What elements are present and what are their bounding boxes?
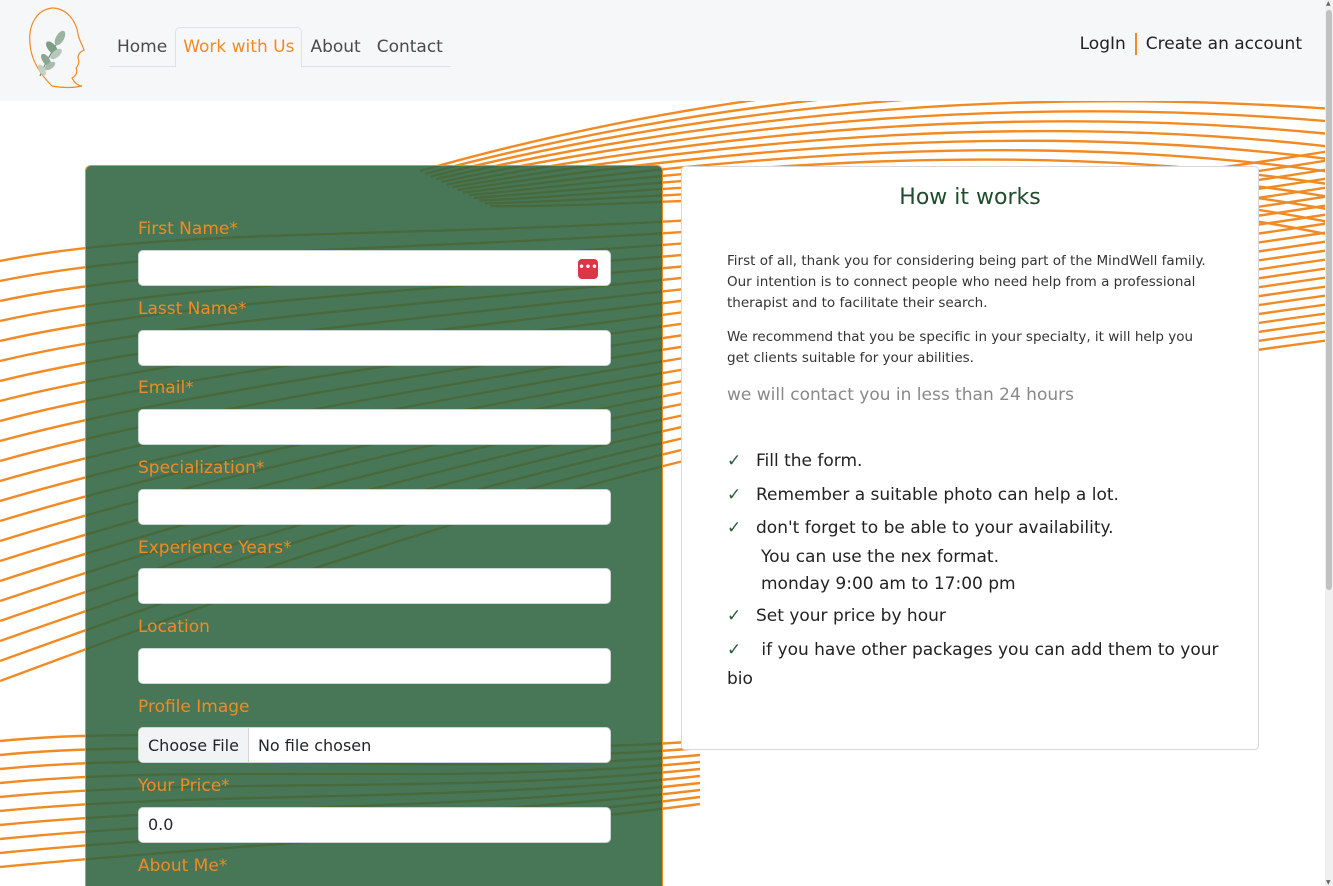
step-item: ✓ don't forget to be able to your availab… — [727, 518, 1114, 538]
checkmark-icon: ✓ — [727, 640, 742, 660]
step-item: ✓ if you have other packages you can add… — [727, 640, 1219, 660]
scrollbar-thumb[interactable] — [1326, 10, 1332, 590]
auth-separator — [1134, 33, 1137, 55]
nav-about[interactable]: About — [302, 27, 368, 67]
top-navigation-bar: Home Work with Us About Contact LogIn Cr… — [0, 0, 1325, 101]
last-name-input[interactable] — [138, 330, 611, 366]
step-item: ✓ Set your price by hour — [727, 606, 946, 626]
price-label: Your Price* — [138, 776, 230, 796]
step-text: Set your price by hour — [756, 606, 946, 626]
experience-years-label: Experience Years* — [138, 538, 292, 558]
step-text: Remember a suitable photo can help a lot… — [756, 485, 1119, 505]
step-text-continuation: bio — [727, 669, 753, 689]
availability-format-line: You can use the nex format. — [761, 547, 999, 567]
auth-links: LogIn Create an account — [1080, 33, 1302, 55]
profile-image-label: Profile Image — [138, 697, 250, 717]
profile-image-file-input[interactable]: Choose File No file chosen — [138, 727, 611, 763]
last-name-label: Lasst Name* — [138, 299, 247, 319]
nav-contact[interactable]: Contact — [369, 27, 451, 67]
mindwell-logo-icon[interactable] — [22, 6, 86, 90]
specialization-input[interactable] — [138, 489, 611, 525]
first-name-input[interactable]: ••• — [138, 250, 611, 286]
therapist-signup-form: First Name* ••• Lasst Name* Email* Speci… — [85, 165, 663, 886]
checkmark-icon: ✓ — [727, 518, 742, 538]
experience-years-input[interactable] — [138, 568, 611, 604]
card-title: How it works — [899, 185, 1041, 210]
how-it-works-card: How it works First of all, thank you for… — [681, 166, 1259, 750]
location-input[interactable] — [138, 648, 611, 684]
file-status-text: No file chosen — [257, 735, 372, 755]
availability-example-line: monday 9:00 am to 17:00 pm — [761, 574, 1016, 594]
step-item: ✓ Fill the form. — [727, 451, 862, 471]
scroll-down-arrow-icon[interactable]: ▼ — [1326, 879, 1331, 886]
checkmark-icon: ✓ — [727, 485, 742, 505]
main-nav-tabs: Home Work with Us About Contact — [109, 27, 451, 68]
about-me-label: About Me* — [138, 856, 228, 876]
first-name-label: First Name* — [138, 219, 238, 239]
page-scrollbar[interactable]: ▲ ▼ — [1325, 0, 1333, 886]
nav-work-with-us[interactable]: Work with Us — [175, 27, 303, 68]
step-text: don't forget to be able to your availabi… — [756, 518, 1114, 538]
price-value: 0.0 — [148, 815, 174, 834]
step-text: Fill the form. — [756, 451, 863, 471]
location-label: Location — [138, 617, 210, 637]
checkmark-icon: ✓ — [727, 606, 742, 626]
password-manager-icon[interactable]: ••• — [578, 259, 598, 279]
step-item: ✓ Remember a suitable photo can help a lo… — [727, 485, 1119, 505]
scroll-up-arrow-icon[interactable]: ▲ — [1326, 0, 1331, 7]
contact-time-note: we will contact you in less than 24 hour… — [727, 385, 1074, 405]
checkmark-icon: ✓ — [727, 451, 742, 471]
specialization-label: Specialization* — [138, 458, 265, 478]
price-input[interactable]: 0.0 — [138, 807, 611, 843]
recommendation-paragraph: We recommend that you be specific in you… — [727, 329, 1194, 366]
email-label: Email* — [138, 378, 194, 398]
choose-file-button[interactable]: Choose File — [139, 728, 249, 762]
login-link[interactable]: LogIn — [1080, 34, 1126, 54]
email-input[interactable] — [138, 409, 611, 445]
create-account-link[interactable]: Create an account — [1146, 34, 1302, 54]
nav-home[interactable]: Home — [109, 27, 175, 67]
intro-paragraph: First of all, thank you for considering … — [727, 253, 1206, 311]
step-text: if you have other packages you can add t… — [756, 640, 1219, 660]
